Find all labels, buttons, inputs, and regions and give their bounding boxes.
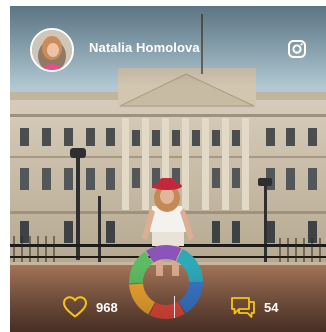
instagram-post-card[interactable]: Natalia Homolova 968 54	[0, 0, 326, 332]
instagram-icon[interactable]	[288, 40, 306, 58]
like-button[interactable]: 968	[62, 294, 118, 320]
comment-count: 54	[264, 299, 279, 315]
divider	[174, 296, 175, 318]
comment-button[interactable]: 54	[230, 294, 278, 320]
comment-icon	[231, 297, 255, 318]
avatar[interactable]	[30, 28, 74, 72]
like-count: 968	[96, 299, 118, 315]
author-name[interactable]: Natalia Homolova	[89, 40, 200, 55]
heart-icon	[63, 296, 87, 318]
